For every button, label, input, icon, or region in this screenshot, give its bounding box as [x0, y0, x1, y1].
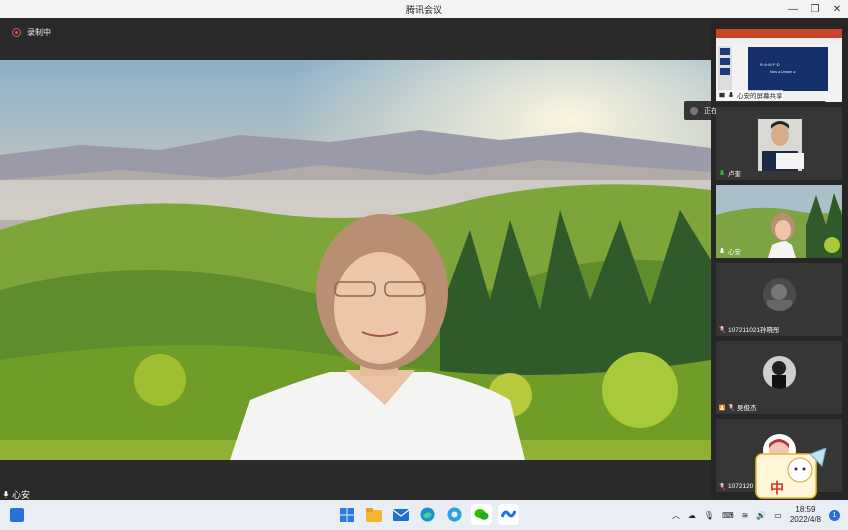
keyboard-icon[interactable]: ⌨: [722, 511, 734, 520]
participant-name: 心安的屏幕共享: [719, 90, 783, 100]
close-button[interactable]: ✕: [826, 0, 848, 18]
slide-line-2: Now ● Lesson ●: [770, 70, 796, 74]
recording-label: 录制中: [27, 28, 51, 37]
cloud-icon[interactable]: ☁: [688, 511, 696, 520]
participant-tile-screen-share[interactable]: R·A·M·F·D Now ● Lesson ● 心安的屏幕共享: [716, 29, 842, 102]
participant-name-text: 卢奎: [728, 171, 741, 178]
system-tray: ︿ ☁ 🎙 ⌨ ≋ 🔊 ▭ 18:59 2022/4/8 1: [672, 505, 840, 525]
wifi-icon[interactable]: ≋: [742, 511, 749, 520]
battery-icon[interactable]: ▭: [774, 511, 782, 520]
mic-icon: [3, 491, 9, 498]
file-explorer-icon[interactable]: [363, 504, 384, 525]
screen-share-icon: [719, 92, 725, 97]
edge-icon[interactable]: [417, 504, 438, 525]
participant-name: 卢奎: [719, 168, 741, 178]
mic-icon: [719, 247, 725, 253]
landscape-background: [0, 60, 711, 460]
minimize-button[interactable]: —: [782, 0, 804, 18]
sticker-overlay: 中: [752, 447, 830, 500]
clock-time: 18:59: [795, 505, 816, 514]
clock[interactable]: 18:59 2022/4/8: [790, 505, 821, 525]
participant-name: 107211021孙晓彤: [719, 324, 780, 334]
main-video[interactable]: [0, 60, 711, 460]
record-icon: [12, 28, 21, 37]
avatar: [763, 278, 796, 311]
restore-button[interactable]: ❐: [804, 0, 826, 18]
volume-icon[interactable]: 🔊: [756, 511, 766, 520]
window-title: 腾讯会议: [405, 5, 442, 15]
participant-name: 1072120: [719, 483, 753, 490]
speaker-avatar: [690, 106, 698, 115]
clock-date: 2022/4/8: [789, 515, 821, 524]
start-icon[interactable]: [336, 504, 357, 525]
participant-name-text: 心安: [728, 249, 741, 256]
wechat-icon[interactable]: [471, 504, 492, 525]
mic-icon: [728, 91, 734, 97]
participant-name: 吴俊杰: [719, 402, 757, 412]
tencent-meeting-icon[interactable]: [498, 504, 519, 525]
recording-indicator[interactable]: 录制中: [12, 27, 51, 38]
sticker-text: 中: [770, 480, 784, 496]
mic-muted-icon: [719, 483, 725, 490]
participant-tile-wujunjie[interactable]: 吴俊杰: [716, 341, 842, 414]
title-bar: 腾讯会议 — ❐ ✕: [0, 0, 848, 18]
participant-name-text: 1072120: [728, 483, 754, 490]
avatar: [763, 356, 796, 389]
mic-muted-icon: [728, 403, 734, 411]
participant-name: 心安: [719, 246, 741, 256]
mic-muted-icon: [719, 325, 725, 333]
edge-alt-icon[interactable]: [444, 504, 465, 525]
participant-name-text: 吴俊杰: [737, 405, 757, 412]
mic-active-icon: [719, 169, 725, 175]
chevron-up-icon[interactable]: ︿: [672, 510, 680, 521]
participant-name-text: 心安的屏幕共享: [737, 93, 783, 100]
participant-tile-xinan[interactable]: 心安: [716, 185, 842, 258]
notification-badge[interactable]: 1: [829, 509, 840, 521]
recording-bar: [0, 18, 711, 60]
participant-tile-lukui[interactable]: 卢奎: [716, 107, 842, 180]
taskbar: ︿ ☁ 🎙 ⌨ ≋ 🔊 ▭ 18:59 2022/4/8 1: [0, 500, 848, 530]
participant-tile-sunxiaotong[interactable]: 107211021孙晓彤: [716, 263, 842, 336]
mail-icon[interactable]: [390, 504, 411, 525]
participant-name-text: 107211021孙晓彤: [728, 327, 780, 334]
widgets-icon[interactable]: [10, 508, 24, 522]
microphone-icon[interactable]: 🎙: [704, 511, 714, 520]
host-icon: [719, 404, 725, 410]
main-video-footer: [0, 460, 711, 500]
slide-line-1: R·A·M·F·D: [760, 62, 780, 67]
